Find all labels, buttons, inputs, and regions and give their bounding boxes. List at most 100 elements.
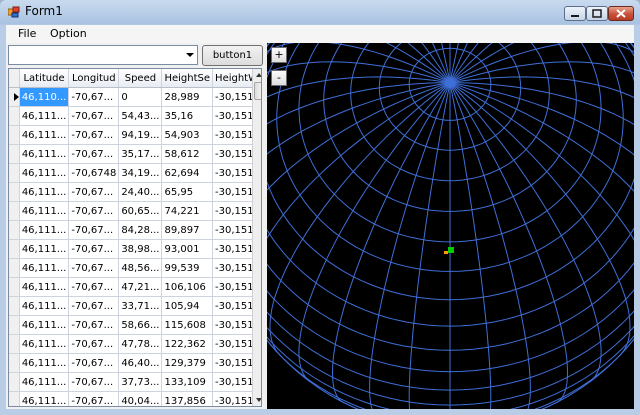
title-bar[interactable]: Form1 [0, 0, 640, 24]
longitude-cell[interactable]: -70,67... [68, 220, 120, 240]
height-se-cell[interactable]: 58,612 [161, 144, 214, 164]
longitude-cell[interactable]: -70,67... [68, 258, 120, 278]
height-se-cell[interactable]: 115,608 [161, 315, 214, 335]
latitude-cell[interactable]: 46,111... [19, 315, 70, 335]
latitude-cell[interactable]: 46,111... [19, 106, 70, 126]
table-row[interactable]: 46,111... -70,67... 33,71... 105,94 -30,151 [9, 296, 261, 316]
maximize-button[interactable] [586, 6, 608, 21]
speed-cell[interactable]: 46,40... [118, 353, 163, 373]
row-header[interactable] [9, 315, 20, 335]
row-header[interactable] [9, 258, 20, 278]
height-se-cell[interactable]: 74,221 [161, 201, 214, 221]
speed-cell[interactable]: 34,19... [118, 163, 163, 183]
longitude-cell[interactable]: -70,67... [68, 315, 120, 335]
height-se-cell[interactable]: 93,001 [161, 239, 214, 259]
chevron-down-icon[interactable] [186, 53, 194, 57]
height-se-cell[interactable]: 106,106 [161, 277, 214, 297]
table-row[interactable]: 46,111... -70,67... 40,04... 137,856 -30,151 [9, 391, 261, 406]
latitude-cell[interactable]: 46,111... [19, 220, 70, 240]
scroll-down-button[interactable] [253, 394, 261, 406]
close-button[interactable] [608, 6, 634, 21]
column-header-longitude[interactable]: Longitud [68, 69, 120, 88]
speed-cell[interactable]: 84,28... [118, 220, 163, 240]
speed-cell[interactable]: 0 [118, 87, 163, 107]
latitude-cell[interactable]: 46,111... [19, 372, 70, 392]
map-view[interactable]: + - [267, 43, 634, 409]
row-header[interactable] [9, 353, 20, 373]
speed-cell[interactable]: 47,78... [118, 334, 163, 354]
table-row[interactable]: 46,111... -70,67... 48,56... 99,539 -30,151 [9, 258, 261, 278]
menu-option[interactable]: Option [50, 27, 87, 40]
speed-cell[interactable]: 54,43... [118, 106, 163, 126]
button1[interactable]: button1 [202, 45, 263, 66]
table-row[interactable]: 46,111... -70,67... 58,66... 115,608 -30,151 [9, 315, 261, 335]
speed-cell[interactable]: 47,21... [118, 277, 163, 297]
longitude-cell[interactable]: -70,67... [68, 125, 120, 145]
latitude-cell[interactable]: 46,111... [19, 182, 70, 202]
table-row[interactable]: 46,111... -70,67... 60,65... 74,221 -30,151 [9, 201, 261, 221]
latitude-cell[interactable]: 46,111... [19, 144, 70, 164]
table-row[interactable]: 46,111... -70,67... 37,73... 133,109 -30,151 [9, 372, 261, 392]
latitude-cell[interactable]: 46,111... [19, 239, 70, 259]
row-header[interactable] [9, 239, 20, 259]
table-row[interactable]: 46,111... -70,67... 38,98... 93,001 -30,151 [9, 239, 261, 259]
longitude-cell[interactable]: -70,6748 [68, 163, 120, 183]
row-header[interactable] [9, 334, 20, 354]
height-se-cell[interactable]: 99,539 [161, 258, 214, 278]
longitude-cell[interactable]: -70,67... [68, 372, 120, 392]
latitude-cell[interactable]: 46,111... [19, 201, 70, 221]
row-header[interactable] [9, 106, 20, 126]
zoom-out-button[interactable]: - [271, 70, 287, 86]
latitude-cell[interactable]: 46,111... [19, 334, 70, 354]
column-header-latitude[interactable]: Latitude [19, 69, 70, 88]
height-se-cell[interactable]: 129,379 [161, 353, 214, 373]
row-header[interactable] [9, 182, 20, 202]
speed-cell[interactable]: 94,19... [118, 125, 163, 145]
speed-cell[interactable]: 38,98... [118, 239, 163, 259]
row-header[interactable] [9, 372, 20, 392]
longitude-cell[interactable]: -70,67... [68, 144, 120, 164]
height-se-cell[interactable]: 89,897 [161, 220, 214, 240]
track-point-marker[interactable] [444, 251, 448, 254]
row-header[interactable] [9, 220, 20, 240]
latitude-cell[interactable]: 46,111... [19, 296, 70, 316]
height-se-cell[interactable]: 35,16 [161, 106, 214, 126]
longitude-cell[interactable]: -70,67... [68, 239, 120, 259]
row-header[interactable] [9, 163, 20, 183]
speed-cell[interactable]: 24,40... [118, 182, 163, 202]
row-header[interactable] [9, 201, 20, 221]
height-se-cell[interactable]: 122,362 [161, 334, 214, 354]
menu-file[interactable]: File [18, 27, 36, 40]
grid-corner[interactable] [9, 69, 20, 88]
longitude-cell[interactable]: -70,67... [68, 296, 120, 316]
latitude-cell[interactable]: 46,111... [19, 277, 70, 297]
longitude-cell[interactable]: -70,67... [68, 182, 120, 202]
speed-cell[interactable]: 58,66... [118, 315, 163, 335]
speed-cell[interactable]: 40,04... [118, 391, 163, 406]
table-row[interactable]: 46,111... -70,67... 94,19... 54,903 -30,151 [9, 125, 261, 145]
vertical-scrollbar[interactable] [252, 69, 261, 406]
longitude-cell[interactable]: -70,67... [68, 334, 120, 354]
row-header[interactable] [9, 87, 20, 107]
height-se-cell[interactable]: 54,903 [161, 125, 214, 145]
height-se-cell[interactable]: 65,95 [161, 182, 214, 202]
speed-cell[interactable]: 48,56... [118, 258, 163, 278]
minimize-button[interactable] [564, 6, 586, 21]
longitude-cell[interactable]: -70,67... [68, 201, 120, 221]
height-se-cell[interactable]: 28,989 [161, 87, 214, 107]
table-row[interactable]: 46,111... -70,67... 47,78... 122,362 -30,151 [9, 334, 261, 354]
longitude-cell[interactable]: -70,67... [68, 106, 120, 126]
table-row[interactable]: 46,111... -70,67... 35,17... 58,612 -30,151 [9, 144, 261, 164]
scroll-up-button[interactable] [253, 69, 261, 81]
table-row[interactable]: 46,111... -70,6748 34,19... 62,694 -30,151 [9, 163, 261, 183]
position-marker[interactable] [448, 247, 454, 253]
height-se-cell[interactable]: 133,109 [161, 372, 214, 392]
table-row[interactable]: 46,111... -70,67... 24,40... 65,95 -30,151 [9, 182, 261, 202]
longitude-cell[interactable]: -70,67... [68, 277, 120, 297]
longitude-cell[interactable]: -70,67... [68, 391, 120, 406]
table-row[interactable]: 46,111... -70,67... 47,21... 106,106 -30,151 [9, 277, 261, 297]
height-se-cell[interactable]: 62,694 [161, 163, 214, 183]
longitude-cell[interactable]: -70,67... [68, 353, 120, 373]
latitude-cell[interactable]: 46,111... [19, 163, 70, 183]
speed-cell[interactable]: 35,17... [118, 144, 163, 164]
